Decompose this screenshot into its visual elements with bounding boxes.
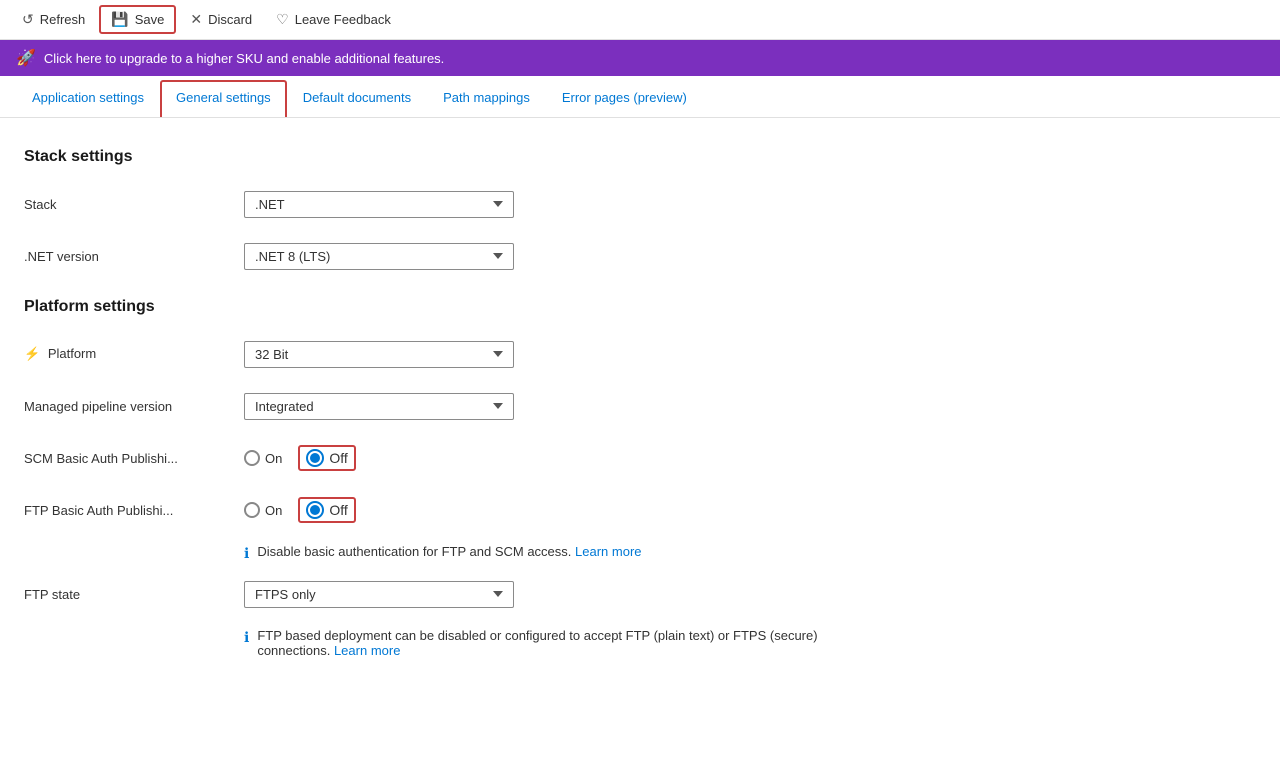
ftp-info-text: Disable basic authentication for FTP and… xyxy=(257,544,641,559)
upgrade-banner-text: Click here to upgrade to a higher SKU an… xyxy=(44,51,444,66)
info-icon-ftp: ℹ xyxy=(244,545,249,562)
ftp-basic-auth-info: ℹ Disable basic authentication for FTP a… xyxy=(244,544,876,562)
scm-basic-auth-radio-group: On Off xyxy=(244,445,356,471)
refresh-icon: ↺ xyxy=(22,11,34,28)
platform-settings-title: Platform settings xyxy=(24,298,876,316)
main-content: Stack settings Stack .NET Node Python PH… xyxy=(0,118,900,692)
stack-select[interactable]: .NET Node Python PHP xyxy=(244,191,514,218)
info-icon-ftpstate: ℹ xyxy=(244,629,249,646)
discard-icon: ✕ xyxy=(190,11,202,28)
refresh-button[interactable]: ↺ Refresh xyxy=(12,7,95,32)
net-version-label: .NET version xyxy=(24,249,244,264)
platform-settings-section: Platform settings ⚡ Platform 32 Bit 64 B… xyxy=(24,298,876,658)
save-icon: 💾 xyxy=(111,11,128,28)
stack-settings-section: Stack settings Stack .NET Node Python PH… xyxy=(24,148,876,274)
scm-on-option[interactable]: On xyxy=(244,450,282,466)
ftp-on-radio[interactable] xyxy=(244,502,260,518)
ftp-state-info: ℹ FTP based deployment can be disabled o… xyxy=(244,628,876,658)
scm-off-option-outlined[interactable]: Off xyxy=(298,445,355,471)
scm-basic-auth-label: SCM Basic Auth Publishi... xyxy=(24,451,244,466)
toolbar: ↺ Refresh 💾 Save ✕ Discard ♡ Leave Feedb… xyxy=(0,0,1280,40)
platform-row: ⚡ Platform 32 Bit 64 Bit xyxy=(24,336,876,372)
discard-button[interactable]: ✕ Discard xyxy=(180,7,262,32)
leave-feedback-button[interactable]: ♡ Leave Feedback xyxy=(266,7,401,32)
ftp-basic-auth-label: FTP Basic Auth Publishi... xyxy=(24,503,244,518)
scm-basic-auth-row: SCM Basic Auth Publishi... On Off xyxy=(24,440,876,476)
leave-feedback-label: Leave Feedback xyxy=(295,12,391,27)
save-label: Save xyxy=(135,12,165,27)
platform-label: ⚡ Platform xyxy=(24,346,244,362)
rocket-icon: 🚀 xyxy=(16,48,36,68)
ftp-on-option[interactable]: On xyxy=(244,502,282,518)
ftp-state-info-text: FTP based deployment can be disabled or … xyxy=(257,628,876,658)
tab-application-settings[interactable]: Application settings xyxy=(16,80,160,117)
stack-row: Stack .NET Node Python PHP xyxy=(24,186,876,222)
feedback-icon: ♡ xyxy=(276,11,289,28)
ftp-basic-auth-row: FTP Basic Auth Publishi... On Off xyxy=(24,492,876,528)
discard-label: Discard xyxy=(208,12,252,27)
stack-settings-title: Stack settings xyxy=(24,148,876,166)
tabs-container: Application settings General settings De… xyxy=(0,80,1280,118)
ftp-state-select[interactable]: FTPS only All allowed Disabled xyxy=(244,581,514,608)
tab-path-mappings[interactable]: Path mappings xyxy=(427,80,546,117)
managed-pipeline-select[interactable]: Integrated Classic xyxy=(244,393,514,420)
ftp-learn-more-link[interactable]: Learn more xyxy=(575,544,641,559)
scm-off-radio[interactable] xyxy=(306,449,324,467)
scm-off-label: Off xyxy=(329,450,347,466)
ftp-basic-auth-radio-group: On Off xyxy=(244,497,356,523)
tab-error-pages[interactable]: Error pages (preview) xyxy=(546,80,703,117)
ftp-state-learn-more-link[interactable]: Learn more xyxy=(334,643,400,658)
ftp-off-radio[interactable] xyxy=(306,501,324,519)
ftp-off-option-outlined[interactable]: Off xyxy=(298,497,355,523)
managed-pipeline-row: Managed pipeline version Integrated Clas… xyxy=(24,388,876,424)
save-button[interactable]: 💾 Save xyxy=(99,5,176,34)
ftp-off-label: Off xyxy=(329,502,347,518)
stack-label: Stack xyxy=(24,197,244,212)
tab-general-settings[interactable]: General settings xyxy=(160,80,287,117)
tab-default-documents[interactable]: Default documents xyxy=(287,80,427,117)
scm-on-label: On xyxy=(265,451,282,466)
platform-lightning-icon: ⚡ xyxy=(24,346,40,361)
ftp-state-row: FTP state FTPS only All allowed Disabled xyxy=(24,576,876,612)
refresh-label: Refresh xyxy=(40,12,86,27)
upgrade-banner[interactable]: 🚀 Click here to upgrade to a higher SKU … xyxy=(0,40,1280,76)
platform-select[interactable]: 32 Bit 64 Bit xyxy=(244,341,514,368)
net-version-select[interactable]: .NET 8 (LTS) .NET 7 .NET 6 (LTS) xyxy=(244,243,514,270)
ftp-state-label: FTP state xyxy=(24,587,244,602)
net-version-row: .NET version .NET 8 (LTS) .NET 7 .NET 6 … xyxy=(24,238,876,274)
scm-on-radio[interactable] xyxy=(244,450,260,466)
ftp-on-label: On xyxy=(265,503,282,518)
managed-pipeline-label: Managed pipeline version xyxy=(24,399,244,414)
